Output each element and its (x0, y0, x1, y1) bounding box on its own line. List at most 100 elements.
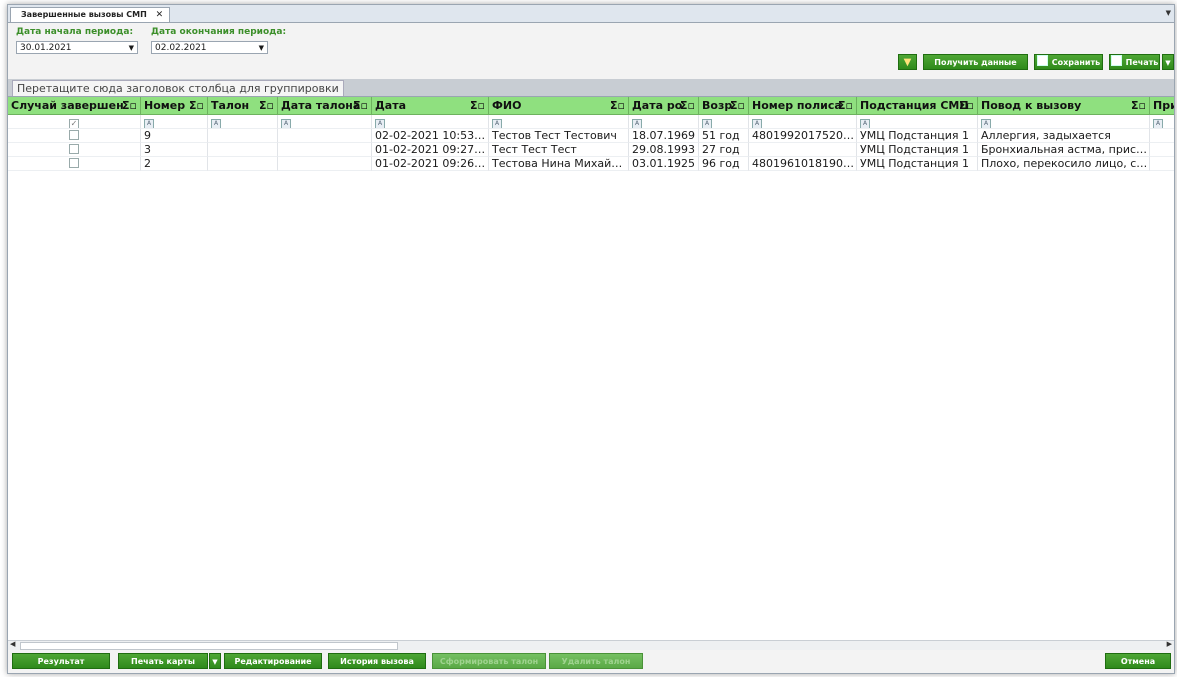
chevron-down-icon[interactable]: ▼ (259, 42, 264, 55)
checkbox-icon[interactable] (69, 144, 79, 154)
sum-icon[interactable]: Σ▫ (189, 97, 204, 114)
chevron-down-icon: ▼ (212, 658, 218, 666)
scrollbar-thumb[interactable] (20, 642, 398, 650)
end-date-field[interactable]: 02.02.2021 ▼ (151, 41, 268, 54)
checkbox-icon[interactable]: ✓ (69, 119, 79, 128)
printer-icon (1110, 55, 1122, 66)
table-row[interactable]: 2 01-02-2021 09:26:04 Тестова Нина Михай… (8, 157, 1174, 171)
table-row[interactable]: 9 02-02-2021 10:53:12 Тестов Тест Тестов… (8, 129, 1174, 143)
filter-birth[interactable]: A (629, 115, 699, 129)
col-header-date[interactable]: Дата Σ▫ (372, 97, 489, 114)
sum-icon[interactable]: Σ▫ (470, 97, 485, 114)
form-talon-button[interactable]: Сформировать талон (432, 653, 546, 669)
tab-close-icon[interactable]: ✕ (156, 10, 164, 20)
sum-icon[interactable]: Σ▫ (1131, 97, 1146, 114)
chevron-down-icon[interactable]: ▼ (129, 42, 134, 55)
cell-talon-date (278, 143, 372, 157)
filter-age[interactable]: A (699, 115, 749, 129)
col-header-fio[interactable]: ФИО Σ▫ (489, 97, 629, 114)
sum-icon[interactable]: Σ▫ (353, 97, 368, 114)
group-hint: Перетащите сюда заголовок столбца для гр… (12, 80, 344, 97)
sum-icon[interactable]: Σ▫ (259, 97, 274, 114)
filter-extra[interactable]: A (1150, 115, 1174, 129)
cell-date: 01-02-2021 09:27:51 (372, 143, 489, 157)
sum-icon[interactable]: Σ▫ (838, 97, 853, 114)
cell-talon (208, 157, 278, 171)
col-header-completed[interactable]: Случай завершен Σ▫ (8, 97, 141, 114)
cell-date: 01-02-2021 09:26:04 (372, 157, 489, 171)
edit-button[interactable]: Редактирование (224, 653, 322, 669)
scroll-left-icon[interactable]: ◀ (10, 640, 15, 648)
filter-number[interactable]: A (141, 115, 208, 129)
save-button[interactable]: Сохранить (1034, 54, 1103, 70)
sum-icon[interactable]: Σ▫ (959, 97, 974, 114)
tab-scroll-icon[interactable]: ▼ (1166, 9, 1171, 17)
calls-grid: Случай завершен Σ▫ Номер Σ▫ Талон Σ▫ Дата т… (8, 96, 1174, 640)
filter-a-icon: A (144, 119, 154, 128)
col-header-extra[interactable]: При (1150, 97, 1174, 114)
col-header-age[interactable]: Возр Σ▫ (699, 97, 749, 114)
col-label: Дата ро (632, 99, 683, 112)
filter-date[interactable]: A (372, 115, 489, 129)
filter-fio[interactable]: A (489, 115, 629, 129)
cell-completed[interactable] (8, 143, 141, 157)
cell-policy (749, 143, 857, 157)
cell-talon-date (278, 157, 372, 171)
col-header-station[interactable]: Подстанция СМП Σ▫ (857, 97, 978, 114)
get-data-button[interactable]: Получить данные (923, 54, 1028, 70)
tab-completed-calls[interactable]: Завершенные вызовы СМП ✕ (10, 7, 171, 22)
filter-station[interactable]: A (857, 115, 978, 129)
scroll-right-icon[interactable]: ▶ (1167, 640, 1172, 648)
cell-completed[interactable] (8, 129, 141, 143)
col-header-number[interactable]: Номер Σ▫ (141, 97, 208, 114)
col-header-policy[interactable]: Номер полиса Σ▫ (749, 97, 857, 114)
history-button[interactable]: История вызова (328, 653, 426, 669)
end-date-value: 02.02.2021 (155, 43, 207, 53)
col-header-birth[interactable]: Дата ро Σ▫ (629, 97, 699, 114)
cell-birth: 18.07.1969 (629, 129, 699, 143)
cell-number: 3 (141, 143, 208, 157)
cell-reason: Бронхиальная астма, приступ... (978, 143, 1150, 157)
cell-station: УМЦ Подстанция 1 (857, 143, 978, 157)
filter-button[interactable]: ▼ (898, 54, 917, 70)
print-dropdown-button[interactable]: ▼ (1162, 54, 1174, 70)
group-panel[interactable]: Перетащите сюда заголовок столбца для гр… (8, 79, 1174, 97)
filter-talon-date[interactable]: A (278, 115, 372, 129)
table-row[interactable]: 3 01-02-2021 09:27:51 Тест Тест Тест 29.… (8, 143, 1174, 157)
cell-completed[interactable] (8, 157, 141, 171)
footer-bar: Результат Печать карты ▼ Редактирование … (8, 650, 1174, 673)
delete-talon-button[interactable]: Удалить талон (549, 653, 643, 669)
print-card-dropdown-button[interactable]: ▼ (209, 653, 221, 669)
horizontal-scrollbar[interactable]: ◀ ▶ (8, 640, 1174, 650)
print-button[interactable]: Печать (1109, 54, 1160, 70)
start-date-field[interactable]: 30.01.2021 ▼ (16, 41, 138, 54)
col-label: Повод к вызову (981, 99, 1082, 112)
checkbox-icon[interactable] (69, 158, 79, 168)
cell-birth: 29.08.1993 (629, 143, 699, 157)
col-label: При (1153, 99, 1174, 112)
print-card-button[interactable]: Печать карты (118, 653, 208, 669)
sum-icon[interactable]: Σ▫ (680, 97, 695, 114)
sum-icon[interactable]: Σ▫ (730, 97, 745, 114)
filter-policy[interactable]: A (749, 115, 857, 129)
cell-station: УМЦ Подстанция 1 (857, 129, 978, 143)
sum-icon[interactable]: Σ▫ (122, 97, 137, 114)
filter-reason[interactable]: A (978, 115, 1150, 129)
filter-talon[interactable]: A (208, 115, 278, 129)
cell-fio: Тестова Нина Михайло... (489, 157, 629, 171)
cell-number: 9 (141, 129, 208, 143)
result-button[interactable]: Результат (12, 653, 110, 669)
filter-completed[interactable]: ✓ (8, 115, 141, 129)
col-header-talon-date[interactable]: Дата талона Σ▫ (278, 97, 372, 114)
checkbox-icon[interactable] (69, 130, 79, 140)
cell-age: 27 год (699, 143, 749, 157)
col-label: Дата талона (281, 99, 361, 112)
cancel-button[interactable]: Отмена (1105, 653, 1171, 669)
col-header-talon[interactable]: Талон Σ▫ (208, 97, 278, 114)
col-label: Дата (375, 99, 407, 112)
start-date-label: Дата начала периода: (16, 27, 134, 37)
sum-icon[interactable]: Σ▫ (610, 97, 625, 114)
start-date-value: 30.01.2021 (20, 43, 72, 53)
col-header-reason[interactable]: Повод к вызову Σ▫ (978, 97, 1150, 114)
cell-birth: 03.01.1925 (629, 157, 699, 171)
